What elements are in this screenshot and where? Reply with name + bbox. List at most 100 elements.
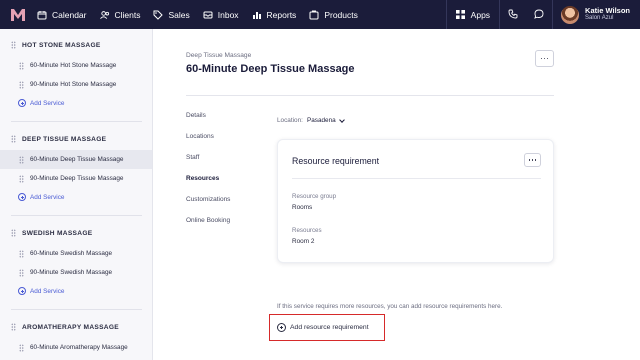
service-group-title[interactable]: DEEP TISSUE MASSAGE — [0, 131, 152, 147]
phone-icon — [508, 6, 518, 24]
nav-products[interactable]: Products — [309, 0, 358, 29]
resources-value: Room 2 — [292, 238, 315, 245]
service-sidebar: HOT STONE MASSAGE 60-Minute Hot Stone Ma… — [0, 29, 153, 360]
clients-icon — [99, 10, 110, 20]
drag-handle-icon[interactable] — [19, 343, 24, 352]
user-name: Katie Wilson — [585, 6, 630, 16]
more-dots-icon — [540, 57, 549, 60]
service-group-title[interactable]: AROMATHERAPY MASSAGE — [0, 319, 152, 335]
nav-inbox-label: Inbox — [217, 9, 239, 20]
more-dots-icon — [528, 159, 537, 161]
user-org: Salon Azul — [585, 15, 614, 22]
add-service-button[interactable]: Add Service — [0, 94, 152, 112]
header-divider — [186, 95, 554, 96]
add-service-label: Add Service — [30, 99, 65, 107]
service-label: 60-Minute Deep Tissue Massage — [30, 156, 124, 163]
drag-handle-icon[interactable] — [19, 268, 24, 277]
calendar-icon — [37, 10, 47, 20]
service-label: 60-Minute Aromatherapy Massage — [30, 344, 128, 351]
resource-requirement-card: Resource requirement Resource group Room… — [277, 139, 554, 263]
drag-handle-icon[interactable] — [19, 155, 24, 164]
drag-handle-icon[interactable] — [11, 323, 16, 331]
subnav-resources[interactable]: Resources — [186, 175, 230, 196]
service-label: 90-Minute Deep Tissue Massage — [30, 175, 124, 182]
service-item[interactable]: 90-Minute Swedish Massage — [0, 263, 152, 282]
nav-reports[interactable]: Reports — [252, 0, 297, 29]
add-resource-requirement-label: Add resource requirement — [290, 324, 369, 331]
nav-sales[interactable]: Sales — [153, 0, 190, 29]
service-item[interactable]: 60-Minute Swedish Massage — [0, 244, 152, 263]
nav-apps-label: Apps — [470, 9, 491, 20]
service-label: 60-Minute Hot Stone Massage — [30, 62, 117, 69]
card-title: Resource requirement — [292, 156, 380, 166]
user-info: Katie Wilson Salon Azul — [585, 7, 630, 21]
plus-circle-icon — [277, 323, 286, 332]
resources-label: Resources — [292, 227, 322, 234]
service-group-title[interactable]: HOT STONE MASSAGE — [0, 37, 152, 53]
service-label: 90-Minute Swedish Massage — [30, 269, 113, 276]
drag-handle-icon[interactable] — [11, 229, 16, 237]
nav-right-group: Apps Katie Wilson Salon Azul — [445, 0, 640, 29]
nav-inbox[interactable]: Inbox — [203, 0, 239, 29]
drag-handle-icon[interactable] — [19, 61, 24, 70]
group-divider — [11, 309, 142, 310]
service-group-title[interactable]: SWEDISH MASSAGE — [0, 225, 152, 241]
drag-handle-icon[interactable] — [11, 41, 16, 49]
subnav-online-booking[interactable]: Online Booking — [186, 217, 230, 238]
app-logo-icon[interactable] — [11, 8, 25, 21]
resource-group-value: Rooms — [292, 204, 313, 211]
add-service-label: Add Service — [30, 193, 65, 201]
card-divider — [292, 178, 541, 179]
service-item[interactable]: 60-Minute Aromatherapy Massage — [0, 338, 152, 357]
inbox-icon — [203, 10, 213, 20]
drag-handle-icon[interactable] — [19, 174, 24, 183]
card-more-options-button[interactable] — [524, 153, 541, 167]
helper-text: If this service requires more resources,… — [277, 303, 503, 310]
service-label: 90-Minute Hot Stone Massage — [30, 81, 117, 88]
nav-clients-label: Clients — [114, 9, 141, 20]
service-subnav: Details Locations Staff Resources Custom… — [186, 112, 230, 238]
subnav-details[interactable]: Details — [186, 112, 230, 133]
service-item[interactable]: 90-Minute Deep Tissue Massage — [0, 169, 152, 188]
chat-button[interactable] — [526, 0, 552, 29]
add-service-button[interactable]: Add Service — [0, 282, 152, 300]
add-service-label: Add Service — [30, 287, 65, 295]
nav-divider — [445, 0, 447, 29]
add-service-button[interactable]: Add Service — [0, 188, 152, 206]
drag-handle-icon[interactable] — [19, 249, 24, 258]
page-title: 60-Minute Deep Tissue Massage — [186, 63, 355, 75]
nav-calendar[interactable]: Calendar — [37, 0, 87, 29]
nav-clients[interactable]: Clients — [99, 0, 141, 29]
chat-bubble-icon — [534, 6, 544, 24]
service-item[interactable]: 60-Minute Hot Stone Massage — [0, 56, 152, 75]
user-menu[interactable]: Katie Wilson Salon Azul — [553, 0, 640, 29]
avatar — [561, 5, 580, 24]
nav-reports-label: Reports — [266, 9, 297, 20]
group-title-label: HOT STONE MASSAGE — [22, 41, 101, 49]
breadcrumb[interactable]: Deep Tissue Massage — [186, 52, 251, 59]
subnav-customizations[interactable]: Customizations — [186, 196, 230, 217]
nav-sales-label: Sales — [168, 9, 190, 20]
subnav-locations[interactable]: Locations — [186, 133, 230, 154]
subnav-staff[interactable]: Staff — [186, 154, 230, 175]
group-title-label: AROMATHERAPY MASSAGE — [22, 323, 119, 331]
service-item[interactable]: 90-Minute Hot Stone Massage — [0, 75, 152, 94]
phone-button[interactable] — [500, 0, 526, 29]
add-resource-requirement-button[interactable]: Add resource requirement — [269, 314, 385, 341]
more-options-button[interactable] — [535, 50, 554, 67]
group-divider — [11, 215, 142, 216]
service-item-active[interactable]: 60-Minute Deep Tissue Massage — [0, 150, 152, 169]
apps-grid-icon — [456, 10, 466, 20]
location-label: Location: — [277, 117, 303, 124]
products-icon — [309, 10, 319, 20]
drag-handle-icon[interactable] — [19, 80, 24, 89]
drag-handle-icon[interactable] — [11, 135, 16, 143]
chevron-down-icon — [338, 116, 345, 123]
group-title-label: DEEP TISSUE MASSAGE — [22, 135, 107, 143]
top-nav-bar: Calendar Clients Sales Inbox Reports Pro… — [0, 0, 640, 29]
nav-calendar-label: Calendar — [52, 9, 87, 20]
nav-apps[interactable]: Apps — [456, 0, 490, 29]
sales-tag-icon — [153, 10, 164, 20]
location-dropdown[interactable]: Location: Pasadena — [277, 116, 345, 124]
plus-circle-icon — [18, 193, 26, 201]
